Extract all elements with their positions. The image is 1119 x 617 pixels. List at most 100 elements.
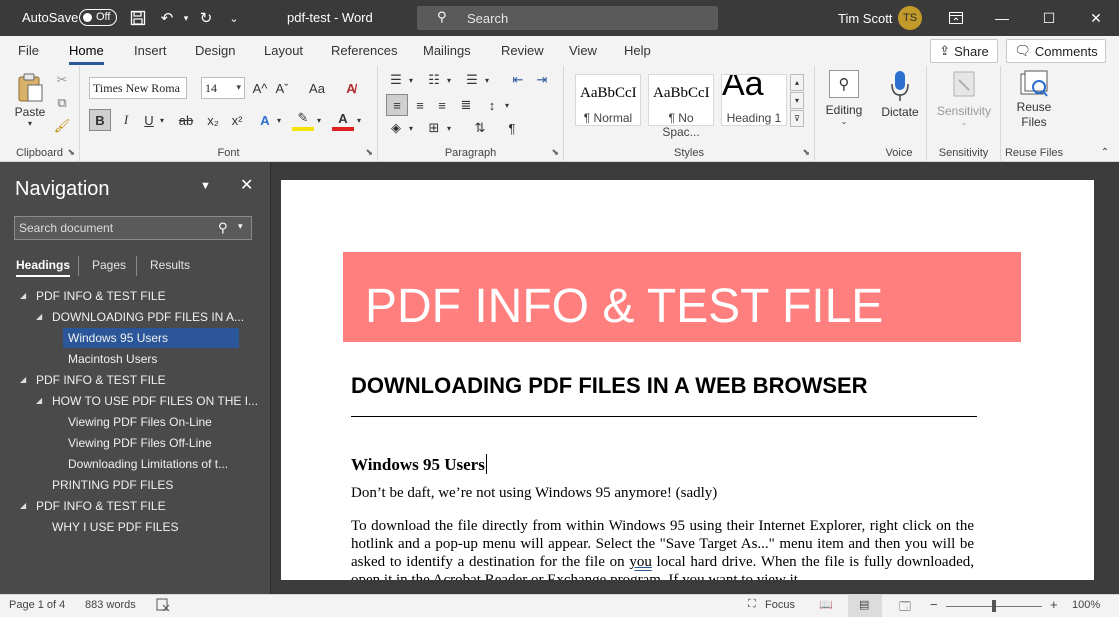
clear-formatting-icon[interactable]: A̸ (340, 78, 362, 98)
grow-font-icon[interactable]: A^ (250, 78, 270, 98)
maximize-icon[interactable]: ☐ (1026, 0, 1072, 36)
tab-mailings[interactable]: Mailings (423, 43, 471, 58)
bullets-icon[interactable]: ☰ (386, 70, 406, 90)
navigation-close-icon[interactable]: ✕ (240, 175, 253, 195)
heading-item[interactable]: ◢ HOW TO USE PDF FILES ON THE I... (36, 391, 258, 411)
align-left-icon[interactable]: ≡ (386, 94, 408, 116)
tab-file[interactable]: File (18, 43, 39, 58)
heading-item[interactable]: ◢ PDF INFO & TEST FILE (20, 286, 166, 306)
tab-home[interactable]: Home (69, 43, 104, 65)
highlight-dropdown-icon[interactable]: ▾ (314, 109, 324, 131)
collapse-caret-icon[interactable]: ◢ (36, 391, 42, 411)
heading-item[interactable]: Viewing PDF Files On-Line (68, 412, 212, 432)
italic-button[interactable]: I (116, 109, 136, 131)
focus-label[interactable]: Focus (765, 599, 795, 611)
underline-button[interactable]: U (140, 109, 158, 131)
tab-layout[interactable]: Layout (264, 43, 303, 58)
heading-item-selected[interactable]: Windows 95 Users (63, 328, 239, 348)
numbering-icon[interactable]: ☷ (424, 70, 444, 90)
shading-dropdown-icon[interactable]: ▾ (406, 118, 416, 138)
format-painter-icon[interactable]: 🖌 (54, 118, 71, 134)
decrease-indent-icon[interactable]: ⇤ (508, 70, 528, 90)
heading-item[interactable]: WHY I USE PDF FILES (52, 517, 178, 537)
collapse-caret-icon[interactable]: ◢ (20, 286, 26, 306)
save-icon[interactable] (128, 8, 148, 28)
style-normal[interactable]: AaBbCcI ¶ Normal (575, 74, 641, 126)
zoom-out-icon[interactable]: − (930, 597, 938, 612)
user-name[interactable]: Tim Scott (838, 11, 892, 26)
text-effects-icon[interactable]: A (254, 109, 276, 131)
clipboard-launcher-icon[interactable]: ⬊ (67, 147, 75, 158)
justify-icon[interactable]: ≣ (456, 94, 476, 116)
sort-icon[interactable]: ⇅ (470, 118, 490, 138)
paragraph-launcher-icon[interactable]: ⬊ (551, 147, 559, 158)
redo-icon[interactable]: ↻ (196, 8, 216, 28)
tab-headings[interactable]: Headings (16, 258, 71, 277)
ribbon-display-options-icon[interactable] (933, 0, 979, 36)
bullets-dropdown-icon[interactable]: ▾ (406, 70, 416, 90)
grammar-flagged-word[interactable]: you (629, 554, 652, 570)
sensitivity-button[interactable]: Sensitivity ⌄ (933, 70, 995, 130)
close-icon[interactable]: ✕ (1073, 0, 1119, 36)
font-size-combo[interactable]: 14 ▾ (201, 77, 245, 99)
numbering-dropdown-icon[interactable]: ▾ (444, 70, 454, 90)
zoom-in-icon[interactable]: + (1050, 597, 1058, 612)
font-name-combo[interactable]: Times New Roma (89, 77, 187, 99)
line-spacing-icon[interactable]: ↕ (482, 94, 502, 116)
cut-icon[interactable]: ✂ (54, 72, 70, 88)
undo-dropdown-icon[interactable]: ▾ (176, 8, 196, 28)
page-count[interactable]: Page 1 of 4 (9, 599, 65, 611)
highlight-icon[interactable]: ✎ (292, 109, 314, 131)
align-right-icon[interactable]: ≡ (432, 94, 452, 116)
reuse-files-button[interactable]: Reuse Files (1009, 70, 1059, 130)
tab-insert[interactable]: Insert (134, 43, 167, 58)
style-heading-1[interactable]: Aa Heading 1 (721, 74, 787, 126)
paste-button[interactable]: Paste ▾ (10, 70, 50, 130)
heading-item[interactable]: ◢ PDF INFO & TEST FILE (20, 370, 166, 390)
collapse-caret-icon[interactable]: ◢ (36, 307, 42, 327)
tab-review[interactable]: Review (501, 43, 544, 58)
collapse-ribbon-icon[interactable]: ⌃ (1098, 146, 1112, 158)
heading-item[interactable]: PRINTING PDF FILES (52, 475, 173, 495)
copy-icon[interactable]: ⧉ (54, 95, 70, 111)
style-no-spacing[interactable]: AaBbCcI ¶ No Spac... (648, 74, 714, 139)
customize-quick-access-icon[interactable]: ⌄ (224, 8, 244, 28)
align-center-icon[interactable]: ≡ (410, 94, 430, 116)
avatar[interactable]: TS (898, 6, 922, 30)
font-color-dropdown-icon[interactable]: ▾ (354, 109, 364, 131)
web-layout-icon[interactable]: 🗔 (899, 598, 911, 617)
tab-results[interactable]: Results (150, 258, 190, 272)
minimize-icon[interactable]: — (979, 0, 1025, 36)
comments-button[interactable]: 🗨 Comments (1006, 39, 1106, 63)
search-options-icon[interactable]: ▾ (238, 221, 243, 232)
navigation-options-icon[interactable]: ▼ (200, 180, 211, 192)
undo-icon[interactable]: ↶ (157, 8, 177, 28)
search-document-input[interactable]: Search document ⚲ ▾ (14, 216, 252, 240)
zoom-level[interactable]: 100% (1072, 599, 1100, 611)
shrink-font-icon[interactable]: Aˇ (272, 78, 292, 98)
superscript-button[interactable]: x² (227, 109, 247, 131)
tab-pages[interactable]: Pages (92, 258, 126, 272)
autosave-toggle[interactable]: Off (79, 9, 117, 26)
styles-scroll-down-icon[interactable]: ▾ (790, 92, 804, 109)
underline-dropdown-icon[interactable]: ▾ (157, 109, 167, 131)
strikethrough-button[interactable]: ab (175, 109, 197, 131)
proofing-icon[interactable] (156, 598, 170, 614)
styles-more-icon[interactable]: ⊽ (790, 110, 804, 127)
heading-item[interactable]: ◢ PDF INFO & TEST FILE (20, 496, 166, 516)
print-layout-icon[interactable]: ▤ (859, 598, 869, 611)
dictate-button[interactable]: Dictate (878, 70, 922, 130)
borders-icon[interactable]: ⊞ (424, 118, 444, 138)
tab-help[interactable]: Help (624, 43, 651, 58)
multilevel-list-icon[interactable]: ☰ (462, 70, 482, 90)
multilevel-dropdown-icon[interactable]: ▾ (482, 70, 492, 90)
shading-icon[interactable]: ◈ (386, 118, 406, 138)
heading-item[interactable]: Downloading Limitations of t... (68, 454, 228, 474)
increase-indent-icon[interactable]: ⇥ (532, 70, 552, 90)
tab-view[interactable]: View (569, 43, 597, 58)
show-formatting-marks-icon[interactable]: ¶ (502, 118, 522, 138)
heading-item[interactable]: Viewing PDF Files Off-Line (68, 433, 212, 453)
tab-references[interactable]: References (331, 43, 397, 58)
tab-design[interactable]: Design (195, 43, 235, 58)
styles-scroll-up-icon[interactable]: ▴ (790, 74, 804, 91)
